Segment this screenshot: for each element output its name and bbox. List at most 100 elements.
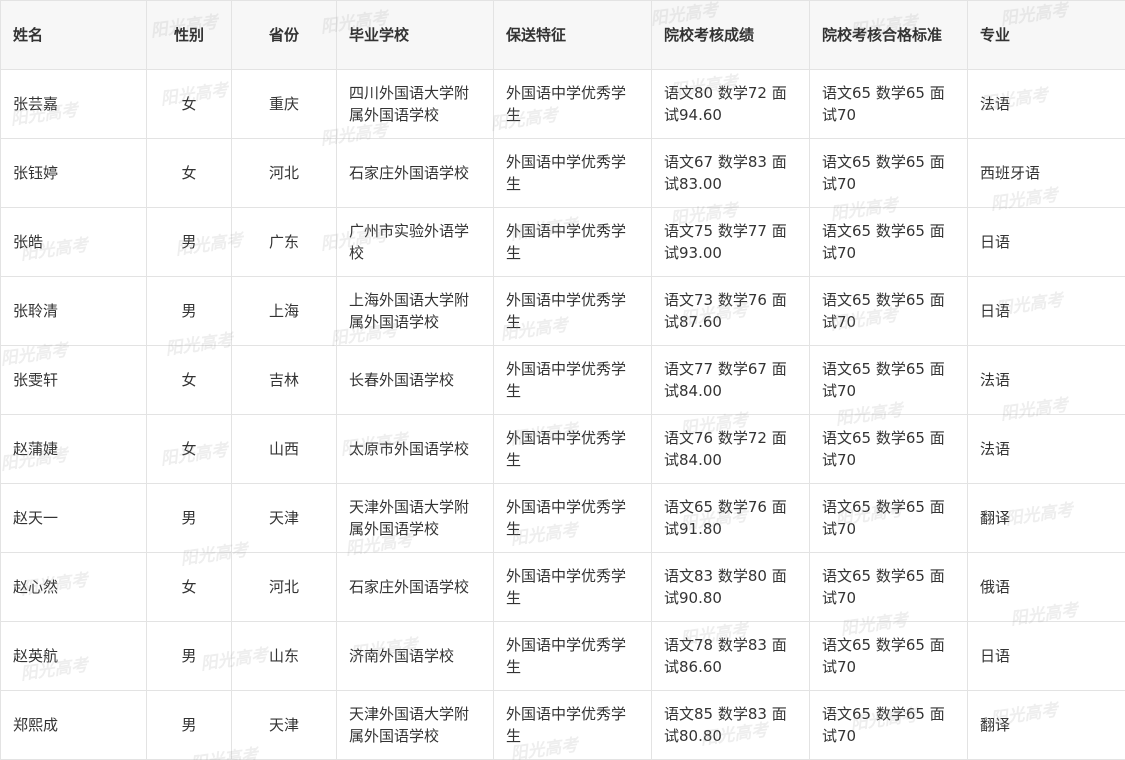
feature-cell: 外国语中学优秀学生 [493, 69, 652, 139]
feature-cell: 外国语中学优秀学生 [493, 207, 652, 277]
standard-cell: 语文65 数学65 面试70 [809, 69, 968, 139]
standard-cell: 语文65 数学65 面试70 [809, 552, 968, 622]
header-major: 专业 [967, 0, 1125, 70]
score-cell: 语文76 数学72 面试84.00 [651, 414, 810, 484]
header-province: 省份 [231, 0, 337, 70]
gender-cell: 男 [146, 276, 232, 346]
major-cell: 日语 [967, 276, 1125, 346]
score-cell: 语文85 数学83 面试80.80 [651, 690, 810, 760]
table-row: 张皓男广东 广州市实验外语学校 外国语中学优秀学生 语文75 数学77 面试93.00… [0, 207, 1125, 277]
major-cell: 俄语 [967, 552, 1125, 622]
major-cell: 法语 [967, 414, 1125, 484]
admission-table: 姓名 性别 省份 毕业学校 保送特征 院校考核成绩 院校考核合格标准 专业 张芸… [0, 0, 1125, 760]
gender-cell: 男 [146, 483, 232, 553]
name-cell: 赵天一 [0, 483, 147, 553]
gender-cell: 男 [146, 621, 232, 691]
province-cell: 广东 [231, 207, 337, 277]
school-cell: 四川外国语大学附属外国语学校 [336, 69, 494, 139]
school-cell: 天津外国语大学附属外国语学校 [336, 690, 494, 760]
standard-cell: 语文65 数学65 面试70 [809, 621, 968, 691]
name-cell: 赵心然 [0, 552, 147, 622]
name-cell: 张钰婷 [0, 138, 147, 208]
score-cell: 语文65 数学76 面试91.80 [651, 483, 810, 553]
header-score: 院校考核成绩 [651, 0, 810, 70]
province-cell: 河北 [231, 552, 337, 622]
major-cell: 法语 [967, 69, 1125, 139]
feature-cell: 外国语中学优秀学生 [493, 552, 652, 622]
major-cell: 西班牙语 [967, 138, 1125, 208]
school-cell: 石家庄外国语学校 [336, 138, 494, 208]
province-cell: 山东 [231, 621, 337, 691]
gender-cell: 男 [146, 690, 232, 760]
school-cell: 天津外国语大学附属外国语学校 [336, 483, 494, 553]
table-row: 赵天一男天津 天津外国语大学附属外国语学校 外国语中学优秀学生 语文65 数学76 面… [0, 483, 1125, 553]
gender-cell: 男 [146, 207, 232, 277]
name-cell: 赵蒲婕 [0, 414, 147, 484]
table-row: 张聆清男上海 上海外国语大学附属外国语学校 外国语中学优秀学生 语文73 数学76 面… [0, 276, 1125, 346]
gender-cell: 女 [146, 345, 232, 415]
school-cell: 长春外国语学校 [336, 345, 494, 415]
province-cell: 上海 [231, 276, 337, 346]
feature-cell: 外国语中学优秀学生 [493, 690, 652, 760]
name-cell: 张雯轩 [0, 345, 147, 415]
province-cell: 吉林 [231, 345, 337, 415]
school-cell: 上海外国语大学附属外国语学校 [336, 276, 494, 346]
major-cell: 翻译 [967, 690, 1125, 760]
standard-cell: 语文65 数学65 面试70 [809, 207, 968, 277]
feature-cell: 外国语中学优秀学生 [493, 345, 652, 415]
score-cell: 语文75 数学77 面试93.00 [651, 207, 810, 277]
header-school: 毕业学校 [336, 0, 494, 70]
name-cell: 张芸嘉 [0, 69, 147, 139]
header-feature: 保送特征 [493, 0, 652, 70]
feature-cell: 外国语中学优秀学生 [493, 414, 652, 484]
gender-cell: 女 [146, 69, 232, 139]
name-cell: 张聆清 [0, 276, 147, 346]
name-cell: 赵英航 [0, 621, 147, 691]
header-gender: 性别 [146, 0, 232, 70]
major-cell: 翻译 [967, 483, 1125, 553]
feature-cell: 外国语中学优秀学生 [493, 276, 652, 346]
gender-cell: 女 [146, 414, 232, 484]
table-row: 赵英航男山东 济南外国语学校 外国语中学优秀学生 语文78 数学83 面试86.60 语… [0, 621, 1125, 691]
gender-cell: 女 [146, 552, 232, 622]
table-row: 张雯轩女吉林 长春外国语学校 外国语中学优秀学生 语文77 数学67 面试84.00 语… [0, 345, 1125, 415]
table-row: 张芸嘉女重庆 四川外国语大学附属外国语学校 外国语中学优秀学生 语文80 数学72 面… [0, 69, 1125, 139]
table-row: 郑熙成男天津 天津外国语大学附属外国语学校 外国语中学优秀学生 语文85 数学83 面… [0, 690, 1125, 760]
province-cell: 山西 [231, 414, 337, 484]
table-row: 赵心然女河北 石家庄外国语学校 外国语中学优秀学生 语文83 数学80 面试90.80… [0, 552, 1125, 622]
school-cell: 济南外国语学校 [336, 621, 494, 691]
school-cell: 广州市实验外语学校 [336, 207, 494, 277]
standard-cell: 语文65 数学65 面试70 [809, 414, 968, 484]
standard-cell: 语文65 数学65 面试70 [809, 138, 968, 208]
province-cell: 天津 [231, 690, 337, 760]
score-cell: 语文67 数学83 面试83.00 [651, 138, 810, 208]
province-cell: 重庆 [231, 69, 337, 139]
feature-cell: 外国语中学优秀学生 [493, 138, 652, 208]
header-name: 姓名 [0, 0, 147, 70]
province-cell: 河北 [231, 138, 337, 208]
score-cell: 语文83 数学80 面试90.80 [651, 552, 810, 622]
standard-cell: 语文65 数学65 面试70 [809, 690, 968, 760]
standard-cell: 语文65 数学65 面试70 [809, 345, 968, 415]
name-cell: 郑熙成 [0, 690, 147, 760]
feature-cell: 外国语中学优秀学生 [493, 621, 652, 691]
school-cell: 石家庄外国语学校 [336, 552, 494, 622]
score-cell: 语文77 数学67 面试84.00 [651, 345, 810, 415]
standard-cell: 语文65 数学65 面试70 [809, 483, 968, 553]
standard-cell: 语文65 数学65 面试70 [809, 276, 968, 346]
header-standard: 院校考核合格标准 [809, 0, 968, 70]
score-cell: 语文80 数学72 面试94.60 [651, 69, 810, 139]
major-cell: 日语 [967, 621, 1125, 691]
table-row: 张钰婷女河北 石家庄外国语学校 外国语中学优秀学生 语文67 数学83 面试83.00… [0, 138, 1125, 208]
major-cell: 日语 [967, 207, 1125, 277]
gender-cell: 女 [146, 138, 232, 208]
province-cell: 天津 [231, 483, 337, 553]
feature-cell: 外国语中学优秀学生 [493, 483, 652, 553]
table-header-row: 姓名 性别 省份 毕业学校 保送特征 院校考核成绩 院校考核合格标准 专业 [0, 0, 1125, 70]
table-row: 赵蒲婕女山西 太原市外国语学校 外国语中学优秀学生 语文76 数学72 面试84.00… [0, 414, 1125, 484]
score-cell: 语文73 数学76 面试87.60 [651, 276, 810, 346]
score-cell: 语文78 数学83 面试86.60 [651, 621, 810, 691]
school-cell: 太原市外国语学校 [336, 414, 494, 484]
major-cell: 法语 [967, 345, 1125, 415]
name-cell: 张皓 [0, 207, 147, 277]
